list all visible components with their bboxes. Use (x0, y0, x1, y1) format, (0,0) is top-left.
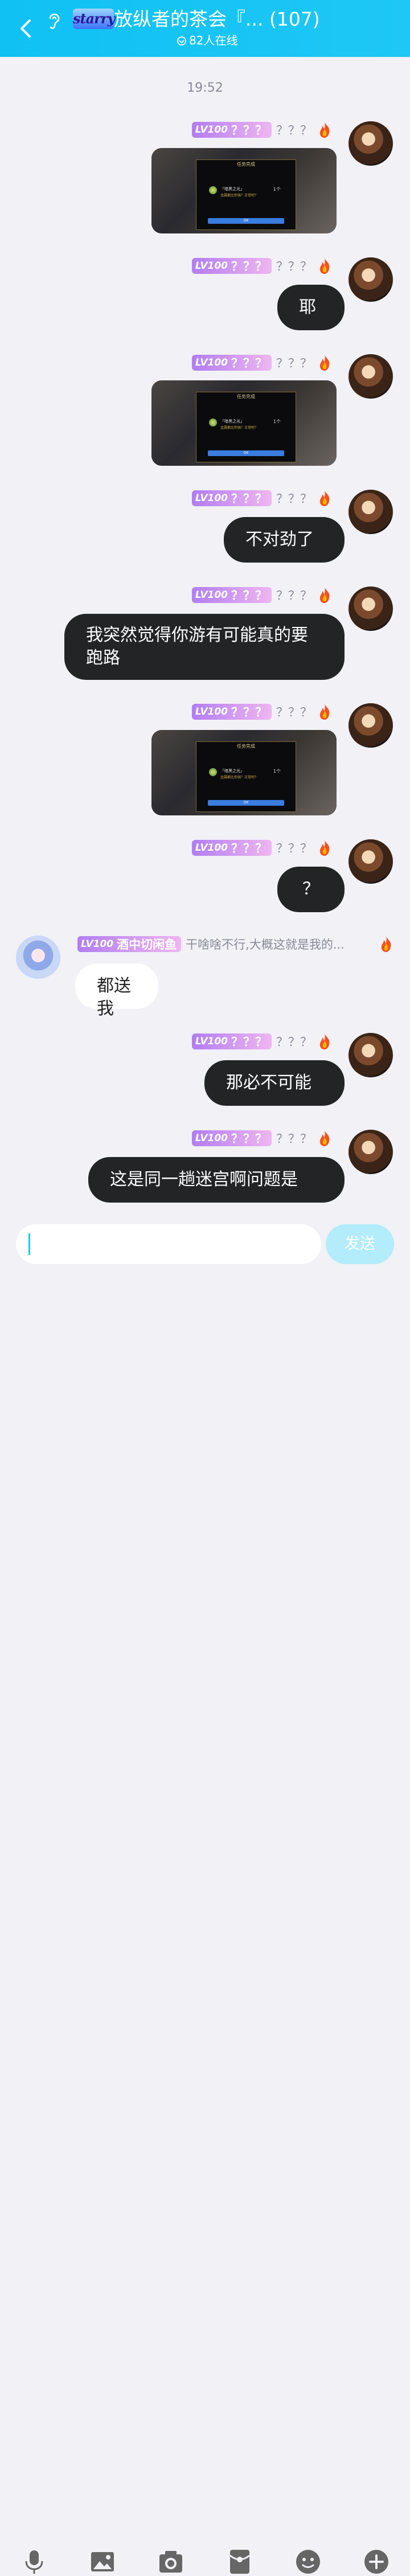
level-badge: LV100 酒中切闲鱼 (77, 936, 182, 952)
message-bubble[interactable]: 不对劲了 (224, 517, 345, 563)
sender-signature: ？？？ (276, 589, 312, 602)
sender-meta: LV100？？？ ？？？ (191, 839, 333, 856)
online-icon (177, 36, 186, 46)
avatar[interactable] (348, 586, 393, 631)
online-count: 82人在线 (177, 33, 237, 48)
level-badge: LV100？？？ (191, 704, 272, 720)
sender-meta: LV100？？？ ？？？ (191, 586, 333, 604)
fire-icon (381, 937, 391, 952)
level-badge: LV100？？？ (191, 490, 272, 506)
emoji-icon[interactable] (294, 2548, 322, 2576)
sender-meta: LV100？？？ ？？？ (191, 121, 333, 138)
sender-signature: ？？？ (276, 1035, 312, 1049)
image-message[interactable]: 任务完成 「暗黑之光」 金属都比你强？正常吧？ 1个 OK (151, 148, 337, 233)
avatar[interactable] (16, 936, 60, 980)
level-badge: LV100？？？ (191, 258, 272, 274)
avatar[interactable] (348, 839, 393, 884)
avatar[interactable] (348, 257, 393, 302)
sender-meta: LV100？？？ ？？？ (191, 1033, 333, 1050)
game-dialog: 任务完成 「暗黑之光」 金属都比你强？正常吧？ 1个 OK (196, 741, 296, 812)
message-bubble[interactable]: 耶 (277, 285, 345, 330)
fire-icon (319, 840, 330, 856)
red-packet-icon[interactable] (226, 2548, 254, 2576)
text-caret (28, 1233, 30, 1255)
level-badge: LV100？？？ (191, 122, 272, 138)
fire-icon (319, 355, 330, 371)
input-toolbar (0, 1273, 410, 2574)
level-badge: LV100？？？ (191, 1033, 272, 1049)
message-bubble[interactable]: 我突然觉得你游有可能真的要跑路 (64, 614, 345, 680)
fire-icon (319, 704, 330, 720)
ear-icon[interactable] (46, 10, 63, 31)
sender-signature: ？？？ (276, 1132, 312, 1146)
message-bubble[interactable]: 这是同一趟迷宫啊问题是 (88, 1157, 345, 1203)
avatar[interactable] (348, 490, 393, 534)
group-logo: starry (73, 9, 115, 29)
game-dialog: 任务完成 「暗黑之光」 金属都比你强？正常吧？ 1个 OK (196, 159, 296, 230)
fire-icon (319, 491, 330, 506)
game-dialog: 任务完成 「暗黑之光」 金属都比你强？正常吧？ 1个 OK (196, 392, 296, 462)
image-message[interactable]: 任务完成 「暗黑之光」 金属都比你强？正常吧？ 1个 OK (151, 730, 337, 815)
sender-meta: LV100？？？ ？？？ (191, 354, 333, 371)
sender-signature: ？？？ (276, 705, 312, 719)
sender-name: 酒中切闲鱼 (117, 938, 177, 951)
avatar[interactable] (348, 354, 393, 399)
image-message[interactable]: 任务完成 「暗黑之光」 金属都比你强？正常吧？ 1个 OK (151, 380, 337, 466)
sender-signature: ？？？ (276, 842, 312, 855)
message-timestamp: 19:52 (187, 81, 223, 95)
message-bubble[interactable]: 都送我 (75, 963, 158, 1019)
back-icon[interactable] (15, 15, 38, 42)
sender-signature: ？？？ (276, 260, 312, 273)
fire-icon (319, 1034, 330, 1049)
avatar[interactable] (348, 1033, 393, 1077)
camera-icon[interactable] (157, 2548, 185, 2576)
level-badge: LV100？？？ (191, 840, 272, 856)
fire-icon (319, 122, 330, 138)
sender-meta: LV100 酒中切闲鱼 干啥啥不行,大概这就是我的... (77, 936, 394, 953)
online-text: 82人在线 (189, 34, 238, 47)
sender-signature: ？？？ (276, 124, 312, 137)
sender-meta: LV100？？？ ？？？ (191, 1130, 333, 1147)
image-icon[interactable] (88, 2548, 117, 2576)
plus-icon[interactable] (362, 2548, 391, 2576)
message-bubble[interactable]: ？ (277, 867, 345, 912)
message-bubble[interactable]: 那必不可能 (204, 1060, 345, 1106)
group-title[interactable]: 放纵者的茶会『... (107) (114, 6, 320, 33)
fire-icon (319, 1131, 330, 1146)
microphone-icon[interactable] (20, 2548, 48, 2576)
sender-signature: 干啥啥不行,大概这就是我的... (186, 938, 345, 951)
sender-meta: LV100？？？ ？？？ (191, 703, 333, 720)
avatar[interactable] (348, 1130, 393, 1174)
message-input[interactable] (16, 1224, 321, 1264)
sender-signature: ？？？ (276, 492, 312, 506)
level-badge: LV100？？？ (191, 587, 272, 603)
avatar[interactable] (348, 121, 393, 166)
fire-icon (319, 259, 330, 274)
sender-meta: LV100？？？ ？？？ (191, 490, 333, 507)
avatar[interactable] (348, 703, 393, 748)
fire-icon (319, 588, 330, 603)
sender-meta: LV100？？？ ？？？ (191, 257, 333, 274)
level-badge: LV100？？？ (191, 1130, 272, 1146)
send-button[interactable]: 发送 (326, 1224, 394, 1264)
chat-header: starry 放纵者的茶会『... (107) 82人在线 (0, 0, 410, 57)
level-badge: LV100？？？ (191, 355, 272, 371)
sender-signature: ？？？ (276, 356, 312, 370)
